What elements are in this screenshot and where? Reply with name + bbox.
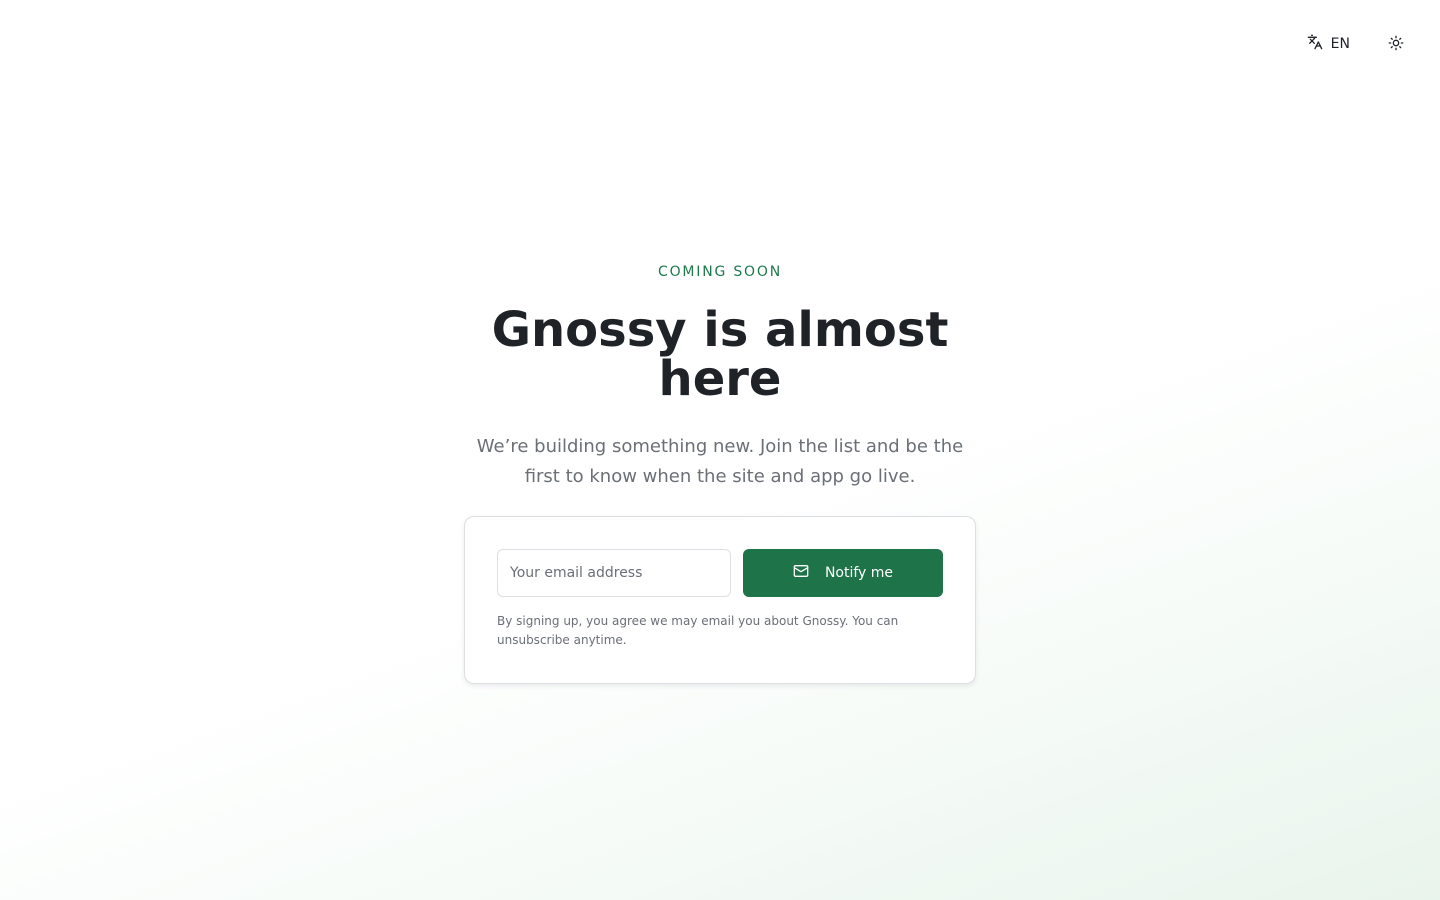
signup-card: Notify me By signing up, you agree we ma… [464,516,976,684]
notify-me-button[interactable]: Notify me [743,549,943,597]
top-bar: EN [1297,28,1412,60]
signup-form: Notify me [497,549,943,597]
theme-toggle-button[interactable] [1380,28,1412,60]
page-subtitle: We’re building something new. Join the l… [476,436,964,487]
signup-disclaimer: By signing up, you agree we may email yo… [497,614,899,647]
translate-icon [1307,34,1323,54]
page-title: Gnossy is almost here [491,302,949,407]
mail-icon [793,563,809,583]
language-switcher-button[interactable]: EN [1297,28,1360,60]
sun-icon [1388,35,1404,54]
hero-section: COMING SOON Gnossy is almost here We’re … [0,262,1440,684]
notify-me-label: Notify me [824,565,894,581]
email-input[interactable] [497,549,731,597]
language-label: EN [1330,36,1350,52]
coming-soon-label: COMING SOON [658,264,782,280]
